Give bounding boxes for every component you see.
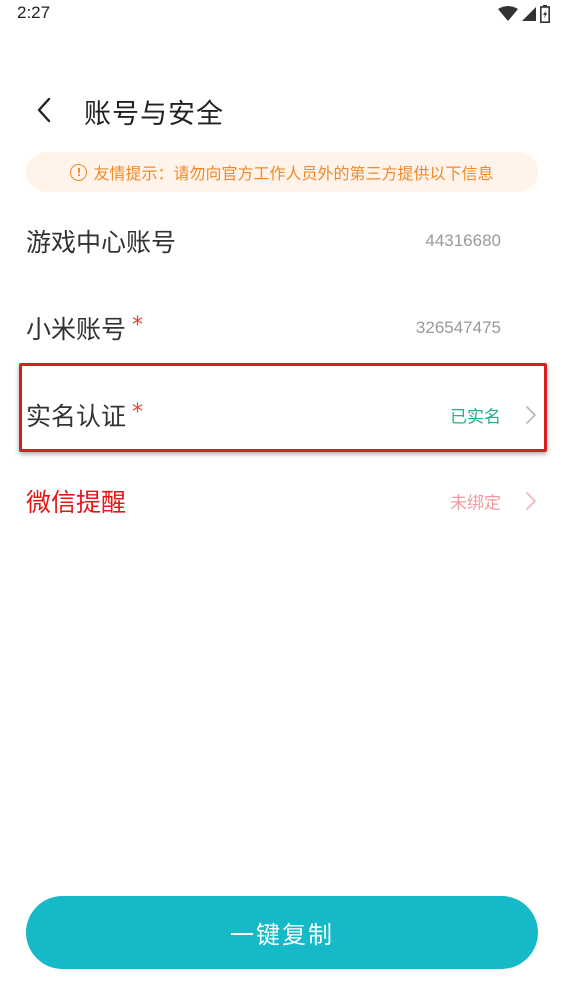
signal-icon — [522, 7, 536, 21]
row-wechat-reminder[interactable]: 微信提醒 未绑定 — [0, 458, 564, 544]
chevron-left-icon — [37, 97, 51, 123]
wifi-icon — [498, 6, 518, 21]
copy-all-button[interactable]: 一键复制 — [26, 896, 538, 969]
row-label: 小米账号 * — [26, 310, 143, 346]
row-value: 326547475 — [415, 318, 501, 337]
row-value: 44316680 — [425, 231, 501, 250]
notice-banner: ! 友情提示：请勿向官方工作人员外的第三方提供以下信息 — [26, 152, 538, 192]
status-time: 2:27 — [17, 3, 51, 22]
nav-bar: 账号与安全 — [0, 80, 564, 140]
notice-text: 友情提示：请勿向官方工作人员外的第三方提供以下信息 — [93, 164, 494, 183]
row-game-center-account: 游戏中心账号 44316680 — [0, 198, 564, 284]
status-icons — [498, 4, 550, 24]
page-title: 账号与安全 — [84, 99, 224, 130]
required-asterisk: * — [132, 312, 144, 338]
row-label: 微信提醒 — [26, 483, 126, 519]
status-bar: 2:27 — [0, 0, 564, 30]
highlight-box — [19, 363, 547, 452]
info-circle-icon: ! — [70, 163, 88, 181]
wechat-bind-status: 未绑定 — [450, 493, 501, 514]
battery-icon — [540, 5, 550, 23]
back-button[interactable] — [22, 88, 66, 132]
row-label: 游戏中心账号 — [26, 223, 176, 259]
row-mi-account: 小米账号 * 326547475 — [0, 285, 564, 371]
row-label-text: 小米账号 — [26, 315, 127, 344]
chevron-right-icon — [526, 492, 536, 510]
row-label-text: 游戏中心账号 — [26, 228, 177, 257]
row-label-text: 微信提醒 — [26, 488, 127, 517]
